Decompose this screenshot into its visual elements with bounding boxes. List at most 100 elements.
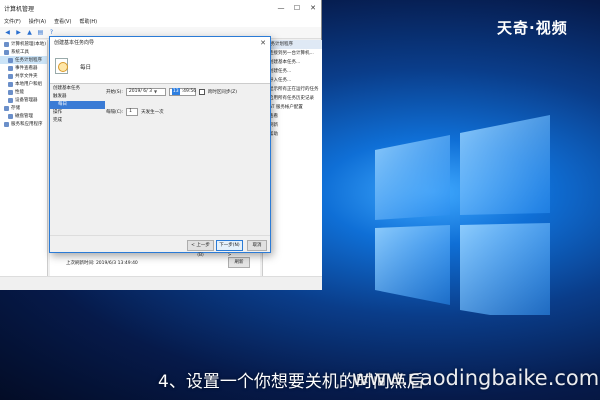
action-help[interactable]: 帮助 [263,130,322,139]
window-controls: — ☐ ✕ [273,4,321,12]
status-bar [0,276,322,290]
wizard-close-icon[interactable]: ✕ [260,37,266,50]
step-trigger: 触发器 [53,94,67,99]
cancel-button[interactable]: 取消 [247,240,267,251]
recur-suffix: 天发生一次 [141,109,164,115]
close-button[interactable]: ✕ [305,4,321,12]
actions-pane: 任务计划程序 连接到另一台计算机... 创建基本任务... 创建任务... 导入… [262,40,322,276]
tree-item-computer-management[interactable]: 计算机管理(本地) [0,40,47,48]
chevron-down-icon: ▼ [153,89,158,94]
start-date-picker[interactable]: 2019/ 6/ 3 ▼ [125,87,166,96]
step-create-basic-task: 创建基本任务 [53,86,80,91]
start-time-hour: 13 [171,88,180,95]
sync-timezone-checkbox[interactable] [198,88,205,95]
tree-item-label: 存储 [11,106,20,111]
basic-task-wizard-dialog: 创建基本任务向导 ✕ 每日 创建基本任务 触发器 每日 操作 完成 开始(S):… [49,36,271,258]
tools-icon [4,49,9,55]
window-titlebar: 计算机管理 — ☐ ✕ [0,0,321,16]
up-icon[interactable]: ▲ [26,29,33,36]
last-refresh-text: 上次刷新时间: 2019/6/3 13:49:40 [66,261,138,266]
wizard-title: 创建基本任务向导 [54,40,95,46]
tree-item-event-viewer[interactable]: 事件查看器 [0,64,47,72]
tree-item-label: 设备管理器 [15,98,38,103]
back-button[interactable]: < 上一步(B) [187,240,214,258]
tree-item-local-users[interactable]: 本地用户和组 [0,80,47,88]
site-watermark: www.caodingbaike.com [352,366,600,390]
wizard-header: 每日 [50,50,270,84]
minimize-button[interactable]: — [273,4,289,12]
event-icon [8,65,13,71]
tree-item-performance[interactable]: 性能 [0,88,47,96]
tree-item-device-manager[interactable]: 设备管理器 [0,96,47,104]
wizard-footer: < 上一步(B) 下一步(N) > 取消 [50,235,270,258]
users-icon [8,81,13,87]
tree-item-storage[interactable]: 存储 [0,104,47,112]
tree-item-shared-folders[interactable]: 共享文件夹 [0,72,47,80]
action-import-task[interactable]: 导入任务... [263,76,322,85]
action-enable-history[interactable]: 启用所有任务历史记录 [263,94,322,103]
tree-item-label: 性能 [15,90,24,95]
action-connect[interactable]: 连接到另一台计算机... [263,49,322,58]
performance-icon [8,89,13,95]
folder-icon [8,73,13,79]
action-display-running[interactable]: 显示所有正在运行的任务 [263,85,322,94]
start-time-field[interactable]: 13:49:56 [168,87,197,96]
menu-help[interactable]: 帮助(H) [79,18,97,25]
step-daily: 每日 [50,101,105,109]
start-time-rest: :49:56 [181,89,197,94]
tree-item-label: 任务计划程序 [15,58,42,63]
action-create-task[interactable]: 创建任务... [263,67,322,76]
tree-item-task-scheduler[interactable]: 任务计划程序 [0,56,47,64]
recur-row: 每隔(C): 1 天发生一次 [106,107,164,116]
disk-icon [8,113,13,119]
wizard-form: 开始(S): 2019/ 6/ 3 ▼ 13:49:56 跨时区同步(Z) 每隔… [106,85,270,235]
tree-item-label: 共享文件夹 [15,74,38,79]
tree-item-label: 磁盘管理 [15,114,33,119]
sync-timezone-label: 跨时区同步(Z) [207,89,237,95]
storage-icon [4,105,9,111]
start-label: 开始(S): [106,89,123,95]
actions-header: 任务计划程序 [263,40,322,49]
device-icon [8,97,13,103]
action-view[interactable]: 查看 [263,112,322,121]
maximize-button[interactable]: ☐ [289,4,305,12]
menu-file[interactable]: 文件(F) [4,18,21,25]
step-finish: 完成 [53,118,62,123]
back-icon[interactable]: ◀ [4,29,11,36]
menu-view[interactable]: 查看(V) [54,18,71,25]
tree-item-label: 系统工具 [11,50,29,55]
action-refresh[interactable]: 刷新 [263,121,322,130]
wizard-steps: 创建基本任务 触发器 每日 操作 完成 [50,85,105,235]
calendar-clock-icon [55,58,68,74]
windows-logo-light [375,115,550,315]
step-action: 操作 [53,110,62,115]
tree-item-services[interactable]: 服务和应用程序 [0,120,47,128]
action-create-basic-task[interactable]: 创建基本任务... [263,58,322,67]
clock-icon [8,57,13,63]
navigation-tree: 计算机管理(本地) 系统工具 任务计划程序 事件查看器 共享文件夹 本地用户和组… [0,40,48,276]
forward-icon[interactable]: ▶ [15,29,22,36]
tree-item-disk-management[interactable]: 磁盘管理 [0,112,47,120]
wizard-heading: 每日 [80,65,92,71]
recur-days-input[interactable]: 1 [126,107,139,116]
tree-item-system-tools[interactable]: 系统工具 [0,48,47,56]
recur-label: 每隔(C): [106,109,124,115]
desktop-background: 天奇·视频 计算机管理 — ☐ ✕ 文件(F) 操作(A) 查看(V) 帮助(H… [0,0,600,400]
start-row: 开始(S): 2019/ 6/ 3 ▼ 13:49:56 跨时区同步(Z) [106,87,237,96]
wizard-titlebar: 创建基本任务向导 ✕ [50,37,270,50]
tree-item-label: 计算机管理(本地) [11,42,47,47]
menu-action[interactable]: 操作(A) [29,18,46,25]
action-at-config[interactable]: AT 服务帐户配置 [263,103,322,112]
tree-item-label: 本地用户和组 [15,82,42,87]
next-button[interactable]: 下一步(N) > [216,240,243,258]
start-date-value: 2019/ 6/ 3 [128,89,152,94]
tree-item-label: 事件查看器 [15,66,38,71]
tree-item-label: 服务和应用程序 [11,122,43,127]
menu-bar: 文件(F) 操作(A) 查看(V) 帮助(H) [0,16,321,27]
help-icon[interactable]: ? [48,29,55,36]
video-watermark: 天奇·视频 [497,19,568,37]
window-title: 计算机管理 [4,5,35,13]
services-icon [4,121,9,127]
properties-icon[interactable]: ▤ [37,29,44,36]
computer-icon [4,41,9,47]
